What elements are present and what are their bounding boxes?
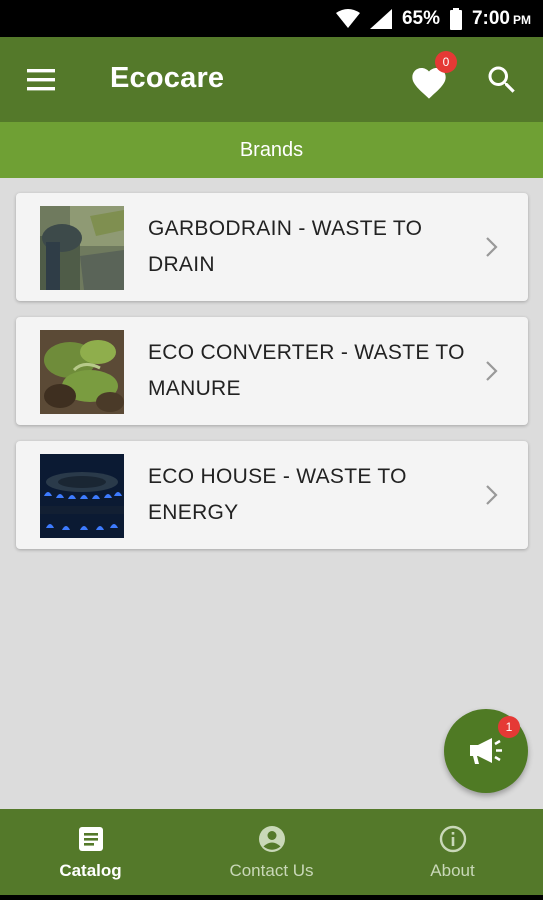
nav-label-contact-us: Contact Us (229, 861, 314, 880)
brand-card-eco-converter[interactable]: ECO CONVERTER - WASTE TO MANURE (16, 317, 528, 425)
clock-time: 7:00 (471, 7, 510, 29)
clock: 7:00 PM (472, 8, 531, 30)
status-icons: 65% 7:00 PM (335, 0, 531, 37)
signal-icon (369, 8, 392, 29)
announcements-count-badge: 1 (498, 716, 520, 738)
info-icon (439, 825, 466, 853)
brands-header: Brands (0, 122, 543, 178)
status-bar: 65% 7:00 PM (0, 0, 543, 37)
system-nav-strip (0, 895, 543, 900)
brand-label: GARBODRAIN - WASTE TO DRAIN (148, 217, 423, 276)
brand-label: ECO HOUSE - WASTE TO ENERGY (148, 465, 407, 524)
brand-label: ECO CONVERTER - WASTE TO MANURE (148, 341, 465, 400)
nav-item-about[interactable]: About (362, 809, 543, 895)
eco-house-thumbnail (40, 454, 124, 538)
app-bar: Ecocare (0, 37, 543, 122)
bottom-navigation: Catalog Contact Us About (0, 809, 543, 895)
chevron-right-icon (486, 237, 498, 257)
nav-item-catalog[interactable]: Catalog (0, 809, 181, 895)
account-icon (258, 826, 285, 852)
nav-item-contact-us[interactable]: Contact Us (181, 809, 362, 895)
battery-percent: 65% (401, 7, 440, 29)
app-title: Ecocare (110, 62, 225, 94)
brand-card-garbodrain[interactable]: GARBODRAIN - WASTE TO DRAIN (16, 193, 528, 301)
nav-label-about: About (430, 861, 475, 880)
battery-icon (449, 7, 462, 30)
menu-icon[interactable] (24, 63, 58, 97)
favorites-count-badge: 0 (435, 51, 457, 73)
megaphone-icon (470, 738, 502, 764)
catalog-icon (78, 827, 103, 851)
nav-label-catalog: Catalog (59, 861, 122, 880)
brand-card-eco-house[interactable]: ECO HOUSE - WASTE TO ENERGY (16, 441, 528, 549)
wifi-icon (335, 8, 360, 28)
clock-ampm: PM (513, 12, 531, 27)
eco-converter-thumbnail (40, 330, 124, 414)
garbodrain-thumbnail (40, 206, 124, 290)
chevron-right-icon (486, 361, 498, 381)
chevron-right-icon (486, 485, 498, 505)
search-icon[interactable] (484, 62, 520, 98)
